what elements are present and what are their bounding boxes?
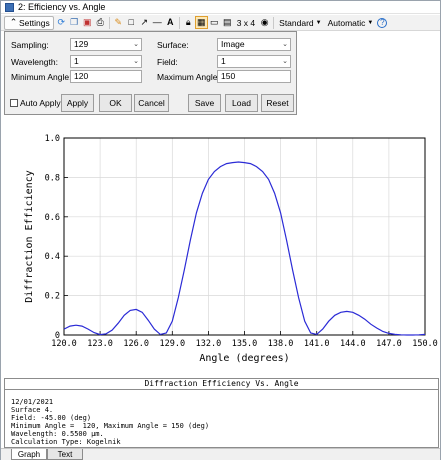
- max-angle-input[interactable]: 150: [217, 70, 291, 83]
- tab-text[interactable]: Text: [47, 449, 83, 460]
- x-tick-label: 126.0: [123, 339, 149, 349]
- line-icon[interactable]: —: [152, 17, 163, 28]
- x-tick-label: 132.0: [196, 339, 222, 349]
- report-text: 12/01/2021 Surface 4. Field: -45.00 (deg) M…: [5, 390, 438, 446]
- layout-selector[interactable]: 3 x 4: [235, 16, 257, 30]
- y-tick-label: 0.8: [45, 173, 60, 183]
- dropdown-arrow-icon: ▼: [367, 19, 374, 26]
- settings-panel: Sampling: 129 ⌄ Wavelength: 1 ⌄ Minimum An…: [4, 31, 297, 115]
- y-tick-label: 0.2: [45, 292, 60, 302]
- refresh-icon[interactable]: ⟳: [56, 17, 67, 28]
- report-line: Minimum Angle = 120, Maximum Angle = 150…: [11, 422, 210, 430]
- x-tick-label: 141.0: [304, 339, 330, 349]
- report-line: Calculation Type: Kogelnik: [11, 438, 121, 446]
- title-bar: 2: Efficiency vs. Angle: [1, 1, 440, 14]
- analysis-window: 2: Efficiency vs. Angle ⌃ Settings ⟳ ❐ ▣…: [0, 0, 441, 460]
- reset-button[interactable]: Reset: [261, 94, 294, 112]
- x-tick-label: 150.0: [412, 339, 438, 349]
- toolbar-separator: [273, 16, 275, 29]
- tab-graph[interactable]: Graph: [11, 449, 47, 460]
- pencil-icon[interactable]: ✎: [113, 17, 124, 28]
- min-angle-label: Minimum Angle:: [11, 72, 72, 82]
- wavelength-label: Wavelength:: [11, 57, 58, 67]
- grid-toggle-icon[interactable]: ▦: [194, 16, 208, 29]
- auto-apply-label: Auto Apply: [20, 98, 61, 108]
- min-angle-input[interactable]: 120: [70, 70, 142, 83]
- auto-apply-checkbox[interactable]: [10, 99, 18, 107]
- save-icon[interactable]: ▣: [82, 17, 93, 28]
- save-button[interactable]: Save: [188, 94, 221, 112]
- y-tick-label: 0: [55, 331, 60, 341]
- toolbar-separator: [108, 16, 110, 29]
- sampling-label: Sampling:: [11, 40, 49, 50]
- chevron-down-icon: ⌄: [133, 41, 139, 48]
- x-tick-label: 135.0: [232, 339, 258, 349]
- copy-icon[interactable]: ❐: [69, 17, 80, 28]
- standard-dropdown[interactable]: Standard ▼: [277, 16, 323, 30]
- max-angle-label: Maximum Angle:: [157, 72, 220, 82]
- dropdown-arrow-icon: ▼: [315, 19, 322, 26]
- window-icon-button[interactable]: ▭: [209, 17, 220, 28]
- x-tick-label: 123.0: [87, 339, 113, 349]
- toolbar: ⌃ Settings ⟳ ❐ ▣ ⎙ ✎ □ ↗ — A 🔒︎ ▦ ▭ ▤ 3 …: [1, 15, 440, 31]
- report-line: Field: -45.00 (deg): [11, 414, 92, 422]
- efficiency-chart: 120.0 123.0 126.0 129.0 132.0 135.0 138.0 141.0…: [24, 134, 438, 364]
- cancel-button[interactable]: Cancel: [134, 94, 169, 112]
- chevron-down-icon: ⌄: [282, 58, 288, 65]
- y-tick-label: 1.0: [45, 134, 60, 144]
- report-title: Diffraction Efficiency Vs. Angle: [5, 379, 438, 390]
- report-box: Diffraction Efficiency Vs. Angle 12/01/2…: [4, 378, 439, 448]
- x-tick-label: 147.0: [376, 339, 402, 349]
- surface-select[interactable]: Image ⌄: [217, 38, 291, 51]
- lock-icon[interactable]: 🔒︎: [183, 17, 194, 28]
- tile-icon[interactable]: ▤: [222, 17, 233, 28]
- settings-button[interactable]: ⌃ Settings: [4, 15, 54, 30]
- arrow-icon[interactable]: ↗: [139, 17, 150, 28]
- x-tick-label: 144.0: [340, 339, 366, 349]
- y-tick-label: 0.6: [45, 213, 60, 223]
- plot-area: 120.0 123.0 126.0 129.0 132.0 135.0 138.0 141.0…: [2, 116, 440, 378]
- wavelength-select[interactable]: 1 ⌄: [70, 55, 142, 68]
- x-tick-label: 138.0: [268, 339, 294, 349]
- report-line: Wavelength: 0.5500 µm.: [11, 430, 104, 438]
- print-icon[interactable]: ⎙: [95, 17, 106, 28]
- x-axis-label: Angle (degrees): [199, 353, 289, 364]
- chevron-down-icon: ⌄: [133, 58, 139, 65]
- ok-button[interactable]: OK: [99, 94, 132, 112]
- field-select[interactable]: 1 ⌄: [217, 55, 291, 68]
- y-axis-label: Diffraction Efficiency: [24, 170, 35, 302]
- chevron-down-icon: ⌄: [282, 41, 288, 48]
- window-title: 2: Efficiency vs. Angle: [18, 2, 106, 12]
- window-icon: [5, 2, 14, 12]
- y-tick-label: 0.4: [45, 252, 60, 262]
- report-line: 12/01/2021: [11, 398, 54, 406]
- x-tick-label: 129.0: [160, 339, 186, 349]
- help-icon[interactable]: ?: [377, 17, 388, 28]
- toolbar-separator: [178, 16, 180, 29]
- sampling-select[interactable]: 129 ⌄: [70, 38, 142, 51]
- target-icon[interactable]: ◉: [259, 17, 270, 28]
- apply-button[interactable]: Apply: [61, 94, 94, 112]
- field-label: Field:: [157, 57, 178, 67]
- report-line: Surface 4.: [11, 406, 54, 414]
- automatic-dropdown[interactable]: Automatic ▼: [326, 16, 376, 30]
- view-tabs: Graph Text: [1, 448, 440, 460]
- chevron-up-icon: ⌃: [9, 17, 18, 27]
- text-icon[interactable]: A: [165, 17, 176, 28]
- load-button[interactable]: Load: [225, 94, 258, 112]
- rectangle-icon[interactable]: □: [126, 17, 137, 28]
- surface-label: Surface:: [157, 40, 189, 50]
